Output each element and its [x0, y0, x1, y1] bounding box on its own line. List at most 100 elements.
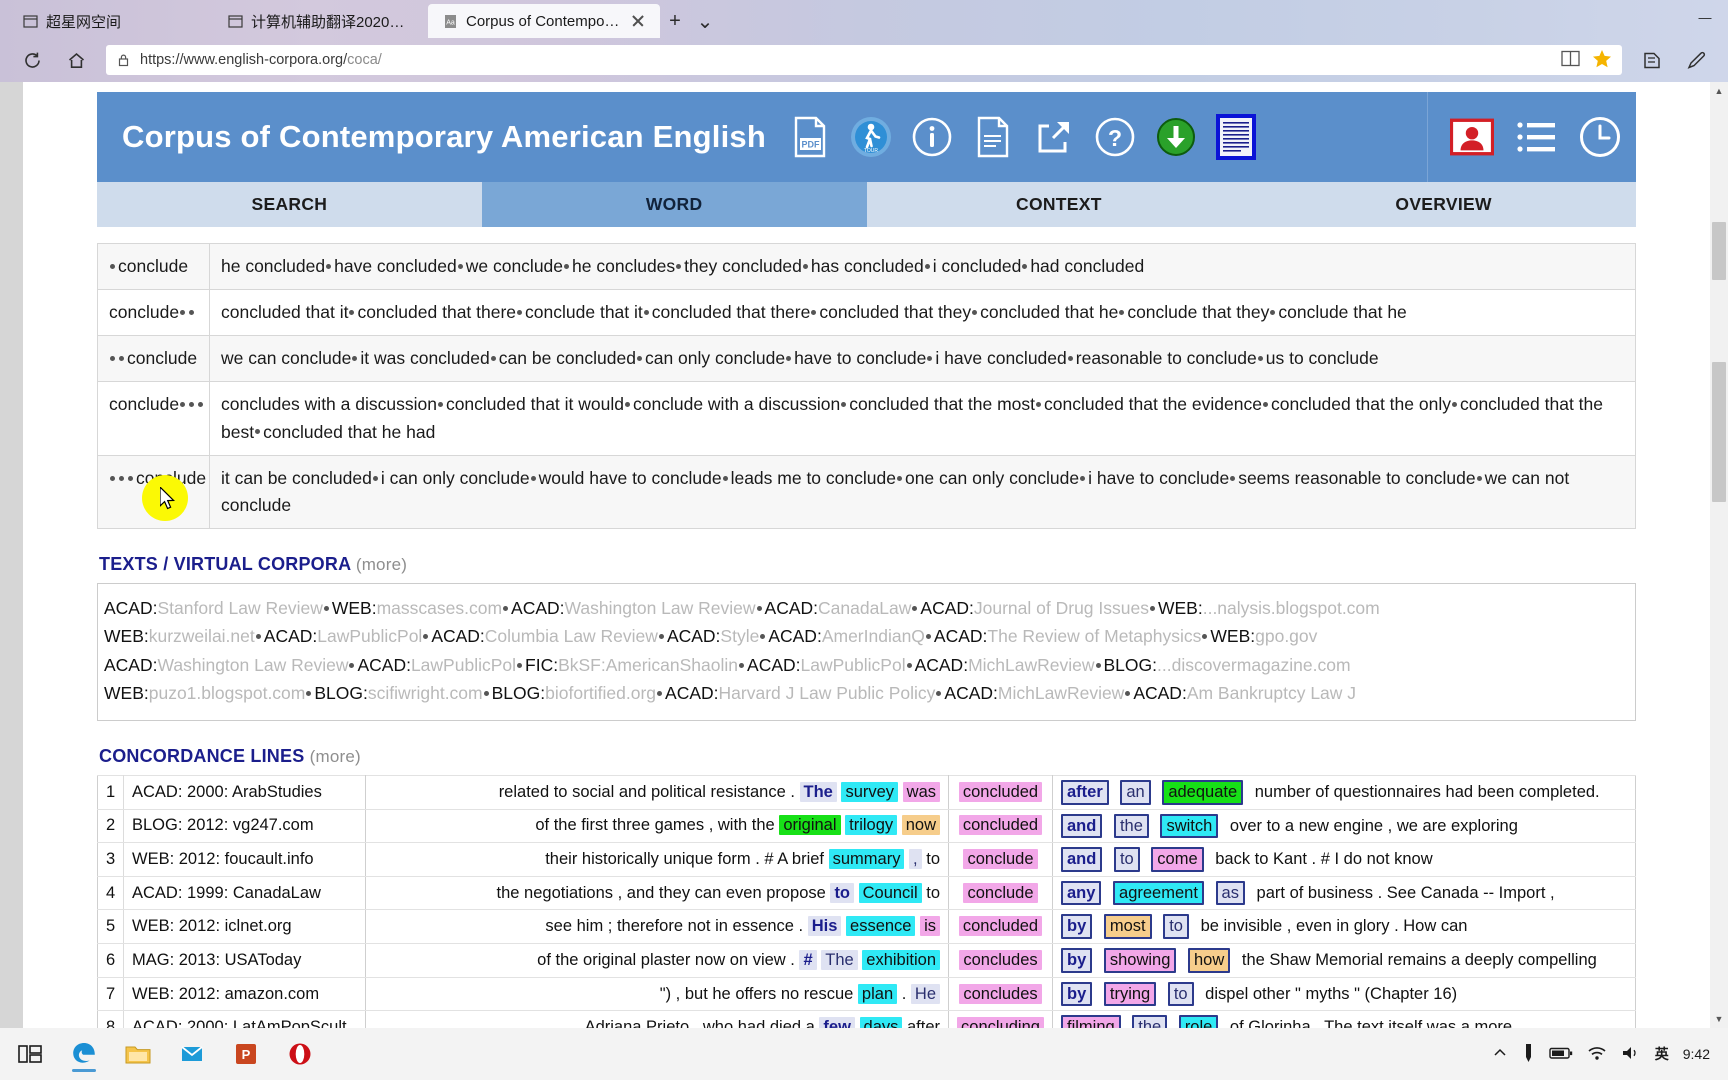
highlight-token[interactable]: days — [859, 1017, 903, 1028]
table-row[interactable]: 8 ACAD: 2000: LatAmPopScult Adriana Prieto… — [97, 1010, 1636, 1028]
share-external-icon[interactable] — [1032, 115, 1076, 159]
browser-tab-3-active[interactable]: Aa Corpus of Contemporar — [428, 4, 660, 38]
volume-icon[interactable] — [1621, 1045, 1641, 1064]
highlight-token[interactable]: agreement — [1113, 880, 1204, 906]
highlight-token[interactable]: come — [1151, 847, 1204, 872]
text-entry[interactable]: WEB:gpo.gov — [1210, 626, 1317, 646]
highlight-token[interactable]: to — [1163, 914, 1189, 940]
keyword-cell[interactable]: concludes — [948, 943, 1053, 978]
ngram-item[interactable]: it was concluded — [360, 348, 489, 368]
ngram-item[interactable]: concluded that they — [819, 302, 971, 322]
highlight-token[interactable]: survey — [841, 781, 899, 802]
ngram-item[interactable]: they concluded — [684, 256, 802, 276]
keyword-token[interactable]: conclude — [963, 882, 1038, 903]
ngram-item[interactable]: it can be concluded — [221, 468, 372, 488]
home-icon[interactable] — [54, 42, 98, 78]
row-source-ref[interactable]: BLOG: 2012: vg247.com — [123, 808, 366, 844]
info-icon[interactable] — [910, 115, 954, 159]
row-source-ref[interactable]: WEB: 2012: amazon.com — [123, 976, 366, 1012]
ngram-item[interactable]: concluded that it would — [446, 394, 624, 414]
highlight-token[interactable]: how — [1188, 948, 1231, 973]
ngram-item[interactable]: i concluded — [933, 256, 1022, 276]
row-source-ref[interactable]: ACAD: 2000: LatAmPopScult — [123, 1010, 366, 1028]
mail-icon[interactable] — [172, 1034, 212, 1074]
powerpoint-icon[interactable]: P — [226, 1034, 266, 1074]
scroll-down-icon[interactable]: ▼ — [1710, 1010, 1728, 1028]
text-entry[interactable]: ACAD:MichLawReview — [944, 683, 1124, 703]
highlight-token[interactable]: The — [821, 949, 858, 970]
keyword-token[interactable]: concludes — [959, 983, 1042, 1004]
pen-tray-icon[interactable] — [1522, 1043, 1535, 1066]
user-account-icon[interactable] — [1450, 115, 1494, 159]
text-entry[interactable]: ACAD:Washington Law Review — [511, 598, 755, 618]
table-row[interactable]: 2 BLOG: 2012: vg247.com of the first three… — [97, 808, 1636, 844]
web-notes-pen-icon[interactable] — [1674, 42, 1718, 78]
keyword-cell[interactable]: conclude — [948, 875, 1053, 911]
battery-icon[interactable] — [1549, 1046, 1573, 1063]
page-scrollbar[interactable]: ▲ ▼ — [1710, 82, 1728, 1028]
hub-icon[interactable] — [1630, 42, 1674, 78]
address-bar[interactable]: https://www.english-corpora.org/coca/ — [106, 45, 1622, 75]
ngram-item[interactable]: concluded that there — [652, 302, 811, 322]
ngram-item[interactable]: concluded that the most — [849, 394, 1035, 414]
highlight-token[interactable]: now — [901, 815, 940, 836]
text-entry[interactable]: BLOG:...discovermagazine.com — [1104, 655, 1351, 675]
highlight-token[interactable]: to — [1113, 847, 1140, 872]
text-entry[interactable]: ACAD:Washington Law Review — [104, 655, 348, 675]
table-row[interactable]: 6 MAG: 2013: USAToday of the original plas… — [97, 943, 1636, 978]
ngram-item[interactable]: concluded that there — [357, 302, 516, 322]
text-entry[interactable]: ACAD:CanadaLaw — [765, 598, 912, 618]
chevron-up-icon[interactable] — [1492, 1046, 1508, 1063]
text-sample-icon[interactable] — [1215, 113, 1257, 161]
highlight-token[interactable]: Council — [858, 882, 922, 903]
keyword-cell[interactable]: concluded — [948, 774, 1053, 810]
tab-search[interactable]: SEARCH — [97, 182, 482, 227]
ngram-item[interactable]: concluded that the evidence — [1044, 394, 1262, 414]
row-source-ref[interactable]: ACAD: 2000: ArabStudies — [123, 774, 366, 810]
keyword-cell[interactable]: concluding — [948, 1010, 1053, 1028]
highlight-token[interactable]: as — [1215, 880, 1245, 906]
ngram-item[interactable]: i have concluded — [935, 348, 1066, 368]
pdf-icon[interactable]: PDF — [788, 115, 832, 159]
taskbar-clock[interactable]: 9:42 — [1683, 1046, 1710, 1062]
highlight-token[interactable]: is — [920, 916, 940, 937]
ngram-item[interactable]: we conclude — [466, 256, 563, 276]
keyword-cell[interactable]: concluded — [948, 808, 1053, 844]
text-entry[interactable]: ACAD:LawPublicPol — [747, 655, 906, 675]
highlight-token[interactable]: , — [909, 849, 922, 869]
highlight-token[interactable]: His — [807, 916, 842, 937]
highlight-token[interactable]: by — [1061, 948, 1093, 973]
highlight-token[interactable]: original — [779, 815, 841, 836]
new-tab-button[interactable]: + — [660, 4, 690, 38]
task-view-icon[interactable] — [10, 1034, 50, 1074]
tab-context[interactable]: CONTEXT — [866, 182, 1252, 227]
table-row[interactable]: 7 WEB: 2012: amazon.com ") , but he offers… — [97, 976, 1636, 1012]
highlight-token[interactable]: and — [1061, 847, 1103, 872]
text-entry[interactable]: WEB:kurzweilai.net — [104, 626, 255, 646]
highlight-token[interactable]: by — [1061, 914, 1093, 940]
highlight-token[interactable]: and — [1061, 813, 1103, 839]
tour-walker-icon[interactable]: TOUR — [849, 115, 893, 159]
table-row[interactable]: 3 WEB: 2012: foucault.info their historica… — [97, 842, 1636, 877]
browser-tab-1[interactable]: 超星网空间 — [8, 4, 213, 38]
ngram-item[interactable]: concludes with a discussion — [221, 394, 437, 414]
keyword-cell[interactable]: concludes — [948, 976, 1053, 1012]
ngram-item[interactable]: he concluded — [221, 256, 325, 276]
text-entry[interactable]: ACAD:Columbia Law Review — [431, 626, 658, 646]
highlight-token[interactable]: switch — [1160, 813, 1219, 839]
highlight-token[interactable]: by — [1061, 981, 1093, 1007]
highlight-token[interactable]: few — [819, 1017, 855, 1028]
highlight-token[interactable]: essence — [846, 916, 916, 937]
text-entry[interactable]: ACAD:Am Bankruptcy Law J — [1133, 683, 1356, 703]
tab-overview[interactable]: OVERVIEW — [1251, 182, 1636, 227]
highlight-token[interactable]: after — [1061, 779, 1109, 805]
ngram-item[interactable]: would have to conclude — [539, 468, 722, 488]
text-entry[interactable]: ACAD:AmerIndianQ — [768, 626, 925, 646]
highlight-token[interactable]: the — [1132, 1015, 1168, 1028]
history-clock-icon[interactable] — [1578, 115, 1622, 159]
highlight-token[interactable]: was — [902, 781, 940, 802]
highlight-token[interactable]: # — [799, 949, 817, 970]
keyword-token[interactable]: concludes — [959, 949, 1042, 970]
ngram-item[interactable]: leads me to conclude — [731, 468, 896, 488]
highlight-token[interactable]: showing — [1103, 948, 1177, 973]
